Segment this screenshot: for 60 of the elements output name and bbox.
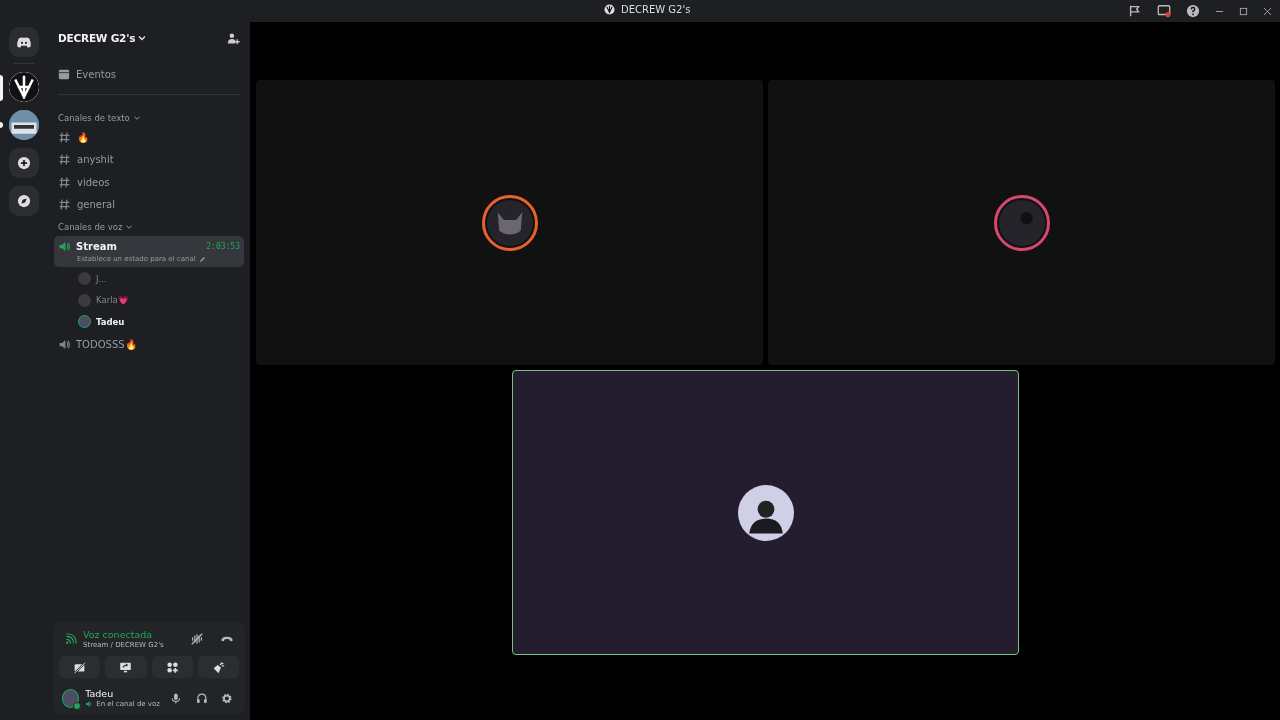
speaker-icon: [58, 240, 71, 253]
text-channel[interactable]: anyshit: [54, 148, 244, 171]
voice-member[interactable]: Karla💗: [54, 289, 244, 311]
chevron-icon[interactable]: [125, 223, 134, 231]
screen-share-button[interactable]: [105, 656, 147, 678]
pencil-icon[interactable]: [198, 255, 206, 263]
server-name[interactable]: DECREW G2's: [58, 32, 136, 44]
screen-icon[interactable]: [1157, 4, 1171, 18]
signal-icon: [65, 633, 77, 645]
speaker-icon: [85, 700, 94, 708]
hash-icon: [58, 153, 71, 167]
user-name: Tadeu: [85, 688, 115, 699]
video-tile[interactable]: [512, 370, 1019, 655]
voice-status: Voz conectada: [83, 629, 154, 640]
chevron-icon[interactable]: [132, 114, 141, 122]
chevron-icon[interactable]: [137, 33, 148, 43]
compass-icon: [17, 194, 31, 208]
headphones-icon[interactable]: [195, 691, 208, 705]
microphone-icon[interactable]: [169, 691, 182, 705]
flag-icon[interactable]: [1128, 4, 1142, 18]
selected-indicator: [0, 75, 3, 101]
server-icon: [604, 4, 615, 15]
window-title: DECREW G2's: [621, 4, 691, 15]
server-avatar[interactable]: [9, 110, 39, 140]
text-channel[interactable]: videos: [54, 171, 244, 194]
text-channel[interactable]: general: [54, 193, 244, 216]
add-server-button[interactable]: [9, 148, 39, 178]
hash-icon: [58, 198, 71, 212]
hash-icon: [58, 175, 71, 189]
settings-icon[interactable]: [221, 691, 233, 705]
category-label[interactable]: Canales de voz: [58, 222, 123, 232]
plus-icon: [17, 156, 31, 170]
activities-button[interactable]: [151, 656, 193, 678]
voice-member[interactable]: J...: [54, 268, 244, 290]
events-item[interactable]: Eventos: [54, 63, 244, 85]
help-icon[interactable]: [1186, 4, 1200, 18]
add-member-icon[interactable]: [227, 31, 240, 45]
server-avatar[interactable]: [9, 72, 39, 102]
camera-off-icon: [73, 660, 87, 674]
close-icon[interactable]: [1263, 6, 1272, 16]
voice-member[interactable]: Tadeu: [54, 311, 244, 333]
screen-share-icon: [119, 660, 133, 674]
maximize-icon[interactable]: [1239, 6, 1248, 16]
voice-channel[interactable]: TODOSSS🔥: [54, 333, 244, 355]
activities-icon: [165, 660, 179, 674]
noise-suppression-icon[interactable]: [190, 632, 204, 646]
soundboard-button[interactable]: [197, 656, 239, 678]
unread-indicator: [0, 122, 3, 128]
user-avatar[interactable]: [62, 688, 80, 708]
video-tile[interactable]: [768, 80, 1275, 365]
text-channel[interactable]: 🔥: [54, 126, 244, 149]
home-button[interactable]: [9, 27, 39, 57]
soundboard-icon: [211, 660, 225, 674]
category-label[interactable]: Canales de texto: [58, 113, 130, 123]
video-tile[interactable]: [256, 80, 763, 365]
controller-icon: [16, 35, 32, 49]
hash-icon: [58, 130, 71, 144]
camera-button[interactable]: [59, 656, 101, 678]
discover-button[interactable]: [9, 186, 39, 216]
calendar-icon: [58, 68, 70, 80]
